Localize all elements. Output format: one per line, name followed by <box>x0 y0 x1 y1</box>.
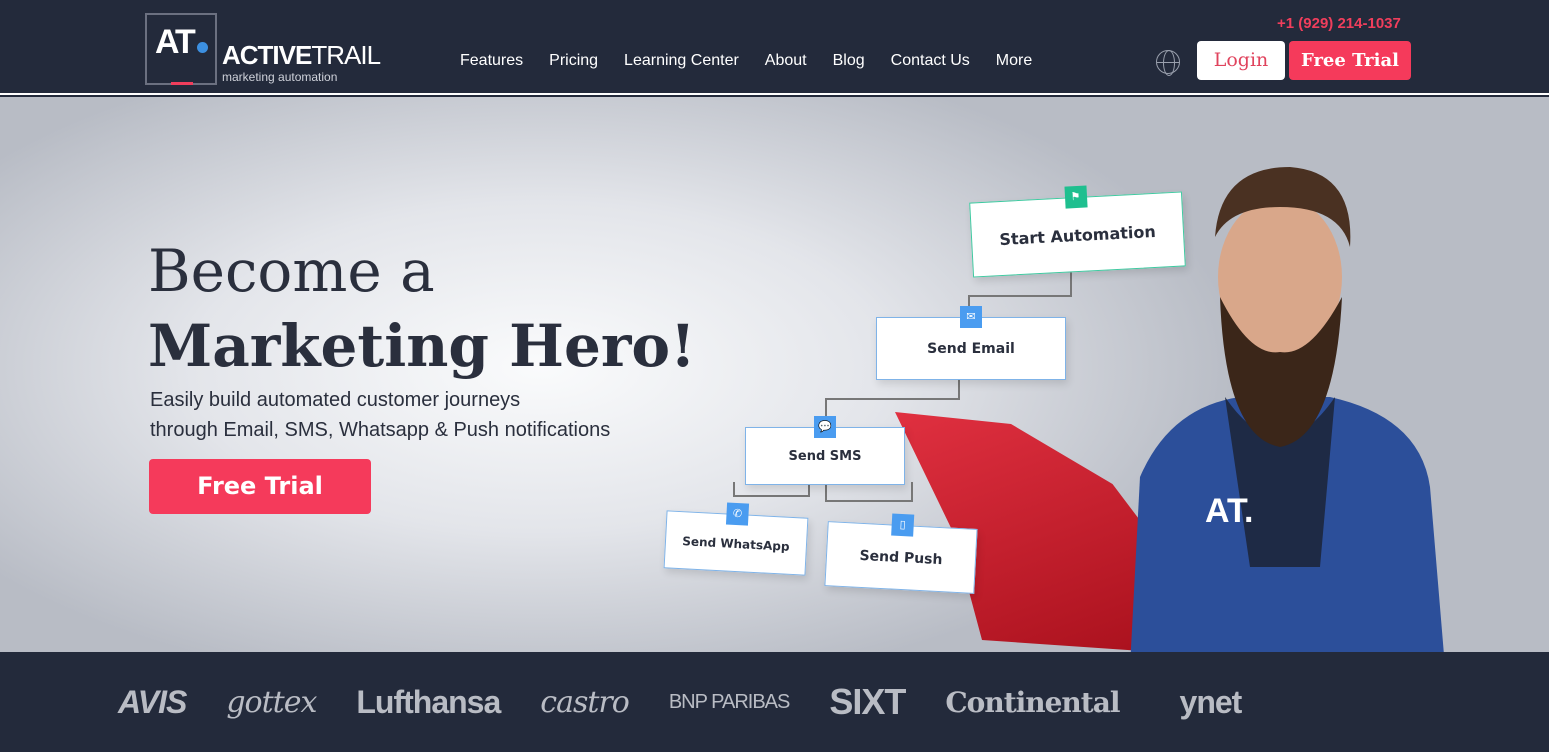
flow-node-email: ✉ Send Email <box>876 306 1066 380</box>
logo-bnp-paribas: BNP PARIBAS <box>668 690 791 713</box>
flow-node-whatsapp: ✆ Send WhatsApp <box>663 502 809 576</box>
hero-subtitle: Easily build automated customer journeys… <box>150 385 610 445</box>
globe-icon[interactable] <box>1156 50 1180 76</box>
logo-mark: AT <box>155 23 196 61</box>
nav-features[interactable]: Features <box>460 52 523 70</box>
logo-castro: castro <box>540 684 630 720</box>
node-label: Send Push <box>859 547 943 569</box>
chat-bubble-icon: 💬 <box>814 416 836 438</box>
svg-text:AT.: AT. <box>1205 492 1253 530</box>
flag-icon: ⚑ <box>1063 185 1088 209</box>
mobile-icon: ▯ <box>891 513 915 537</box>
logo-gottex: gottex <box>226 684 317 720</box>
logo-continental: Continental <box>945 685 1120 719</box>
hero-title-line1: Become a <box>148 237 435 305</box>
client-logos: AVIS gottex Lufthansa castro BNP PARIBAS… <box>0 652 1549 752</box>
flow-node-sms: 💬 Send SMS <box>745 416 905 485</box>
whatsapp-icon: ✆ <box>725 502 750 526</box>
tagline: marketing automation <box>222 70 338 84</box>
brand-light: TRAIL <box>311 40 381 70</box>
envelope-icon: ✉ <box>960 306 982 328</box>
nav-about[interactable]: About <box>765 52 807 70</box>
free-trial-nav-button[interactable]: Free Trial <box>1289 41 1411 80</box>
hero-free-trial-button[interactable]: Free Trial <box>149 459 371 514</box>
node-label: Send SMS <box>788 449 862 464</box>
node-label: Send WhatsApp <box>681 534 790 554</box>
node-label: Send Email <box>927 341 1015 357</box>
nav-pricing[interactable]: Pricing <box>549 52 598 70</box>
brand-bold: ACTIVE <box>222 40 312 70</box>
connector <box>825 399 827 417</box>
flow-node-push: ▯ Send Push <box>824 513 978 594</box>
phone-link[interactable]: +1 (929) 214-1037 <box>1277 15 1401 32</box>
logo-lufthansa: Lufthansa <box>356 683 501 720</box>
hero: Become a Marketing Hero! Easily build au… <box>0 97 1549 652</box>
login-button[interactable]: Login <box>1197 41 1285 80</box>
nav-more[interactable]: More <box>996 52 1032 70</box>
top-nav: AT ACTIVETRAIL marketing automation Feat… <box>0 0 1549 95</box>
subtitle-line2: through Email, SMS, Whatsapp & Push noti… <box>150 419 611 441</box>
hero-title-line2: Marketing Hero! <box>148 312 696 380</box>
hero-man-image: AT. <box>1130 167 1444 652</box>
connector <box>825 380 960 400</box>
main-menu: Features Pricing Learning Center About B… <box>460 52 1032 70</box>
nav-learning-center[interactable]: Learning Center <box>624 52 739 70</box>
logo-sixt: SIXT <box>829 681 906 722</box>
logo-ynet: ynet <box>1179 683 1243 720</box>
nav-contact-us[interactable]: Contact Us <box>891 52 970 70</box>
logo[interactable]: AT <box>145 13 217 85</box>
nav-blog[interactable]: Blog <box>833 52 865 70</box>
subtitle-line1: Easily build automated customer journeys <box>150 389 521 411</box>
logo-avis: AVIS <box>118 683 187 720</box>
brand-name[interactable]: ACTIVETRAIL <box>222 40 381 71</box>
